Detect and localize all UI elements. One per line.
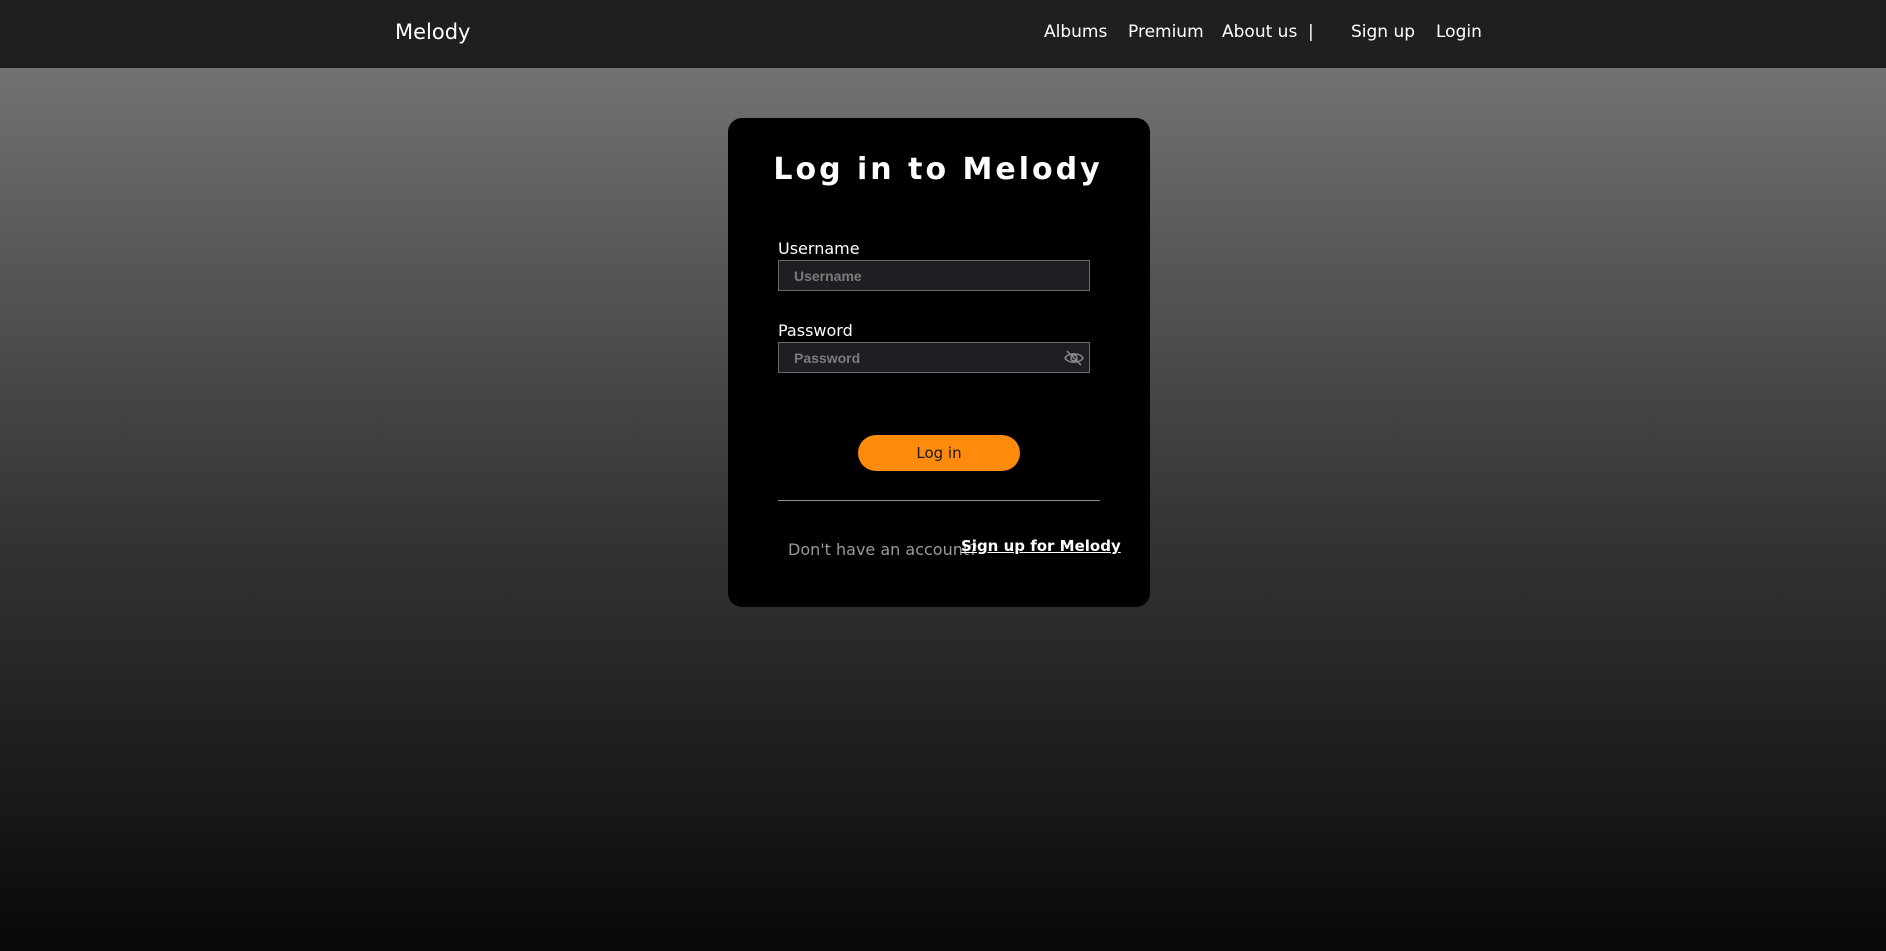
signup-prompt-text: Don't have an account?: [788, 540, 978, 559]
password-field-wrapper: [778, 342, 1090, 373]
brand-logo[interactable]: Melody: [395, 20, 470, 44]
nav-separator: |: [1308, 22, 1314, 42]
password-label: Password: [778, 321, 853, 340]
password-input[interactable]: [779, 343, 1089, 372]
top-navbar: Melody Albums Premium About us | Sign up…: [0, 0, 1886, 68]
login-title: Log in to Melody: [773, 152, 1103, 187]
eye-slash-icon[interactable]: [1063, 348, 1085, 368]
login-submit-button[interactable]: Log in: [858, 435, 1020, 471]
username-label: Username: [778, 239, 860, 258]
username-input[interactable]: [779, 261, 1089, 290]
nav-login-link[interactable]: Login: [1436, 22, 1482, 42]
username-field-wrapper: [778, 260, 1090, 291]
card-divider: [778, 500, 1100, 501]
nav-premium-link[interactable]: Premium: [1128, 22, 1204, 42]
nav-about-link[interactable]: About us: [1222, 22, 1297, 42]
signup-for-melody-link[interactable]: Sign up for Melody: [961, 537, 1121, 555]
nav-signup-link[interactable]: Sign up: [1351, 22, 1415, 42]
nav-albums-link[interactable]: Albums: [1044, 22, 1107, 42]
